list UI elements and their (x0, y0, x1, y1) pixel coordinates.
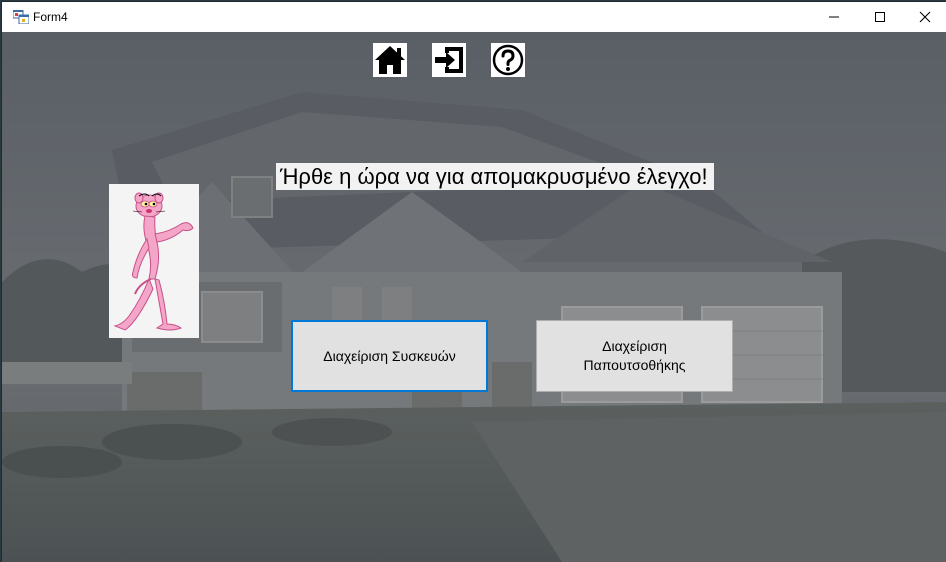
home-icon (375, 46, 405, 74)
home-button[interactable] (373, 43, 407, 77)
page-heading: Ήρθε η ώρα να για απομακρυσμένο έλεγχο! (276, 163, 714, 190)
title-bar[interactable]: Form4 (2, 2, 946, 32)
close-button[interactable] (902, 2, 946, 32)
manage-shoe-rack-label: Διαχείριση Παπουτσοθήκης (583, 338, 686, 373)
manage-devices-label: Διαχείριση Συσκευών (323, 347, 456, 364)
maximize-icon (875, 12, 885, 22)
minimize-button[interactable] (811, 2, 857, 32)
form-window: Form4 Ήρθε η ώρα να για απομακρυσμένο έλ… (0, 0, 946, 562)
exit-icon (435, 47, 463, 73)
client-area: Ήρθε η ώρα να για απομακρυσμένο έλεγχο! (2, 32, 946, 562)
window-title: Form4 (33, 10, 68, 24)
maximize-button[interactable] (857, 2, 903, 32)
pink-panther-picture (109, 184, 199, 338)
manage-shoe-rack-button[interactable]: Διαχείριση Παπουτσοθήκης (536, 320, 733, 392)
help-button[interactable] (491, 43, 525, 77)
exit-button[interactable] (432, 43, 466, 77)
manage-devices-button[interactable]: Διαχείριση Συσκευών (291, 320, 488, 392)
help-icon (492, 44, 524, 76)
minimize-icon (829, 16, 839, 18)
close-icon (919, 11, 931, 23)
pink-panther-image (113, 192, 194, 331)
app-form-icon (13, 10, 29, 24)
